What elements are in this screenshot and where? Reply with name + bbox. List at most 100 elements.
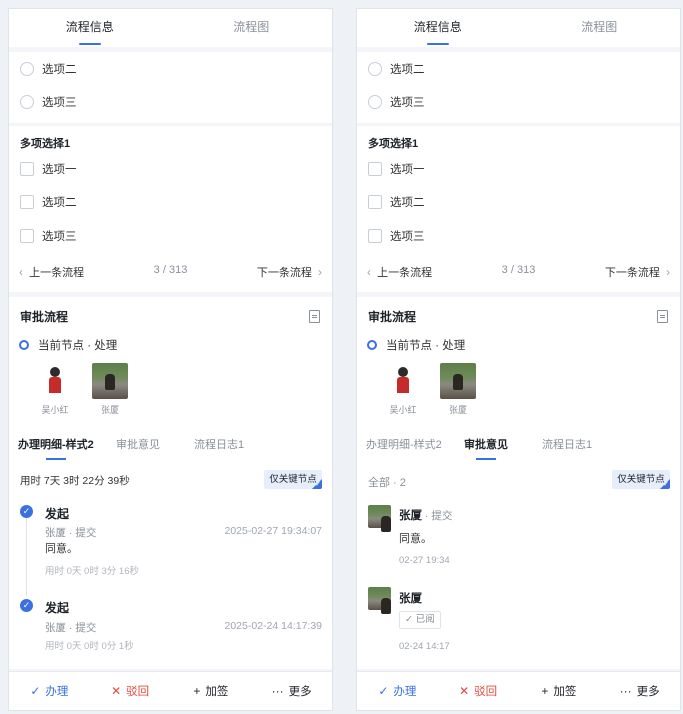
close-icon: ✕ bbox=[111, 684, 122, 698]
pager: ‹ 上一条流程 3 / 313 下一条流程 › bbox=[357, 264, 680, 282]
close-icon: ✕ bbox=[459, 684, 470, 698]
reject-button[interactable]: ✕ 驳回 bbox=[90, 672, 171, 710]
key-nodes-toggle[interactable]: 仅关键节点 ✓ bbox=[612, 470, 670, 489]
tab-process-info[interactable]: 流程信息 bbox=[9, 9, 171, 47]
subtab-detail[interactable]: 办理明细-样式2 bbox=[18, 436, 94, 460]
checkbox-option[interactable]: 选项三 bbox=[368, 228, 425, 244]
radio-option[interactable]: 选项二 bbox=[368, 61, 425, 77]
handler-zhangxia[interactable]: 张厦 bbox=[90, 363, 130, 416]
next-process-button[interactable]: 下一条流程 › bbox=[605, 264, 670, 280]
more-button[interactable]: ··· 更多 bbox=[599, 672, 680, 710]
reject-button[interactable]: ✕ 驳回 bbox=[438, 672, 519, 710]
total-duration: 用时 7天 3时 22分 39秒 bbox=[20, 475, 130, 487]
avatar bbox=[368, 587, 391, 614]
node-ring-icon bbox=[19, 340, 29, 350]
subtab-opinion[interactable]: 审批意见 bbox=[116, 436, 160, 452]
comment-author: 张厦 bbox=[399, 593, 422, 605]
add-signer-button[interactable]: + 加签 bbox=[519, 672, 600, 710]
handle-button[interactable]: ✓ 办理 bbox=[9, 672, 90, 710]
action-bar: ✓ 办理 ✕ 驳回 + 加签 ··· 更多 bbox=[357, 671, 680, 710]
timeline-title: 发起 bbox=[45, 601, 70, 615]
key-nodes-toggle[interactable]: 仅关键节点 ✓ bbox=[264, 470, 322, 489]
next-process-button[interactable]: 下一条流程 › bbox=[257, 264, 322, 280]
avatar bbox=[385, 363, 421, 399]
top-tabs: 流程信息 流程图 bbox=[357, 9, 680, 47]
plus-icon: + bbox=[541, 684, 549, 698]
multi-select-card: 多项选择1 选项一 选项二 选项三 ‹ 上一条流程 3 / 313 下一条流程 … bbox=[9, 126, 332, 292]
comment-date: 02-24 14:17 bbox=[399, 641, 450, 652]
document-icon[interactable] bbox=[309, 310, 320, 323]
radio-option[interactable]: 选项三 bbox=[368, 94, 425, 110]
avatar bbox=[440, 363, 476, 399]
multi-select-title: 多项选择1 bbox=[20, 138, 71, 150]
avatar bbox=[37, 363, 73, 399]
comment-date: 02-27 19:34 bbox=[399, 555, 450, 566]
check-icon: ✓ bbox=[30, 684, 41, 698]
current-node: 当前节点 · 处理 bbox=[367, 337, 465, 353]
subtab-log[interactable]: 流程日志1 bbox=[194, 436, 244, 452]
left-panel: 流程信息 流程图 选项二 选项三 多项选择1 选项一 选项二 选项三 ‹ 上一条… bbox=[8, 8, 333, 711]
multi-select-card: 多项选择1 选项一 选项二 选项三 ‹ 上一条流程 3 / 313 下一条流程 … bbox=[357, 126, 680, 292]
checkbox-option[interactable]: 选项二 bbox=[20, 194, 77, 210]
timeline-time: 2025-02-27 19:34:07 bbox=[224, 525, 323, 537]
document-icon[interactable] bbox=[657, 310, 668, 323]
tab-process-info[interactable]: 流程信息 bbox=[357, 9, 519, 47]
handler-zhangxia[interactable]: 张厦 bbox=[438, 363, 478, 416]
tab-process-chart[interactable]: 流程图 bbox=[171, 9, 333, 47]
timeline-time: 2025-02-24 14:17:39 bbox=[224, 620, 323, 632]
subtab-log[interactable]: 流程日志1 bbox=[542, 436, 592, 452]
timeline-title: 发起 bbox=[45, 507, 70, 521]
checkbox-icon bbox=[368, 195, 382, 209]
radio-option[interactable]: 选项二 bbox=[20, 61, 77, 77]
right-panel: 流程信息 流程图 选项二 选项三 多项选择1 选项一 选项二 选项三 ‹ 上一条… bbox=[356, 8, 681, 711]
more-button[interactable]: ··· 更多 bbox=[251, 672, 332, 710]
handle-button[interactable]: ✓ 办理 bbox=[357, 672, 438, 710]
checkbox-option[interactable]: 选项一 bbox=[368, 161, 425, 177]
current-node: 当前节点 · 处理 bbox=[19, 337, 117, 353]
check-icon: ✓ bbox=[378, 684, 389, 698]
check-circle-icon: ✓ bbox=[20, 505, 33, 518]
handler-wuxiaohong[interactable]: 吴小红 bbox=[383, 363, 423, 416]
timeline-sub: 张厦 · 提交 bbox=[45, 527, 97, 539]
avatar bbox=[368, 505, 391, 532]
timeline-sub: 张厦 · 提交 bbox=[45, 622, 97, 634]
radio-card: 选项二 选项三 bbox=[9, 52, 332, 123]
checkbox-icon bbox=[20, 195, 34, 209]
checkbox-icon bbox=[20, 229, 34, 243]
check-icon: ✓ bbox=[315, 481, 321, 488]
checkbox-option[interactable]: 选项一 bbox=[20, 161, 77, 177]
subtab-opinion[interactable]: 审批意见 bbox=[464, 436, 508, 460]
timeline-text: 同意。 bbox=[45, 543, 78, 555]
chevron-right-icon: › bbox=[318, 265, 322, 279]
node-ring-icon bbox=[367, 340, 377, 350]
subtab-detail[interactable]: 办理明细-样式2 bbox=[366, 436, 442, 452]
opinion-summary: 全部 · 2 bbox=[368, 477, 406, 489]
add-signer-button[interactable]: + 加签 bbox=[171, 672, 252, 710]
multi-select-title: 多项选择1 bbox=[368, 138, 419, 150]
timeline-duration: 用时 0天 0时 0分 1秒 bbox=[45, 641, 134, 652]
radio-option[interactable]: 选项三 bbox=[20, 94, 77, 110]
checkbox-option[interactable]: 选项二 bbox=[368, 194, 425, 210]
checkbox-icon bbox=[20, 162, 34, 176]
radio-card: 选项二 选项三 bbox=[357, 52, 680, 123]
approval-title: 审批流程 bbox=[20, 310, 69, 324]
checkbox-icon bbox=[368, 229, 382, 243]
more-icon: ··· bbox=[619, 684, 632, 698]
action-bar: ✓ 办理 ✕ 驳回 + 加签 ··· 更多 bbox=[9, 671, 332, 710]
check-icon: ✓ bbox=[663, 481, 669, 488]
comment-author: 张厦 · 提交 bbox=[399, 510, 453, 522]
comment-text: 同意。 bbox=[399, 533, 432, 545]
tab-process-chart[interactable]: 流程图 bbox=[519, 9, 681, 47]
checkbox-option[interactable]: 选项三 bbox=[20, 228, 77, 244]
handler-wuxiaohong[interactable]: 吴小红 bbox=[35, 363, 75, 416]
radio-icon bbox=[368, 95, 382, 109]
timeline-line bbox=[26, 518, 27, 596]
approval-card: 审批流程 当前节点 · 处理 吴小红 张厦 办理明细-样式2 审批意见 流程日志… bbox=[9, 297, 332, 669]
detail-subtabs: 办理明细-样式2 审批意见 流程日志1 bbox=[9, 436, 332, 460]
approval-card: 审批流程 当前节点 · 处理 吴小红 张厦 办理明细-样式2 审批意见 流程日志… bbox=[357, 297, 680, 669]
avatar bbox=[92, 363, 128, 399]
more-icon: ··· bbox=[271, 684, 284, 698]
chevron-right-icon: › bbox=[666, 265, 670, 279]
checkbox-icon bbox=[368, 162, 382, 176]
top-tabs: 流程信息 流程图 bbox=[9, 9, 332, 47]
